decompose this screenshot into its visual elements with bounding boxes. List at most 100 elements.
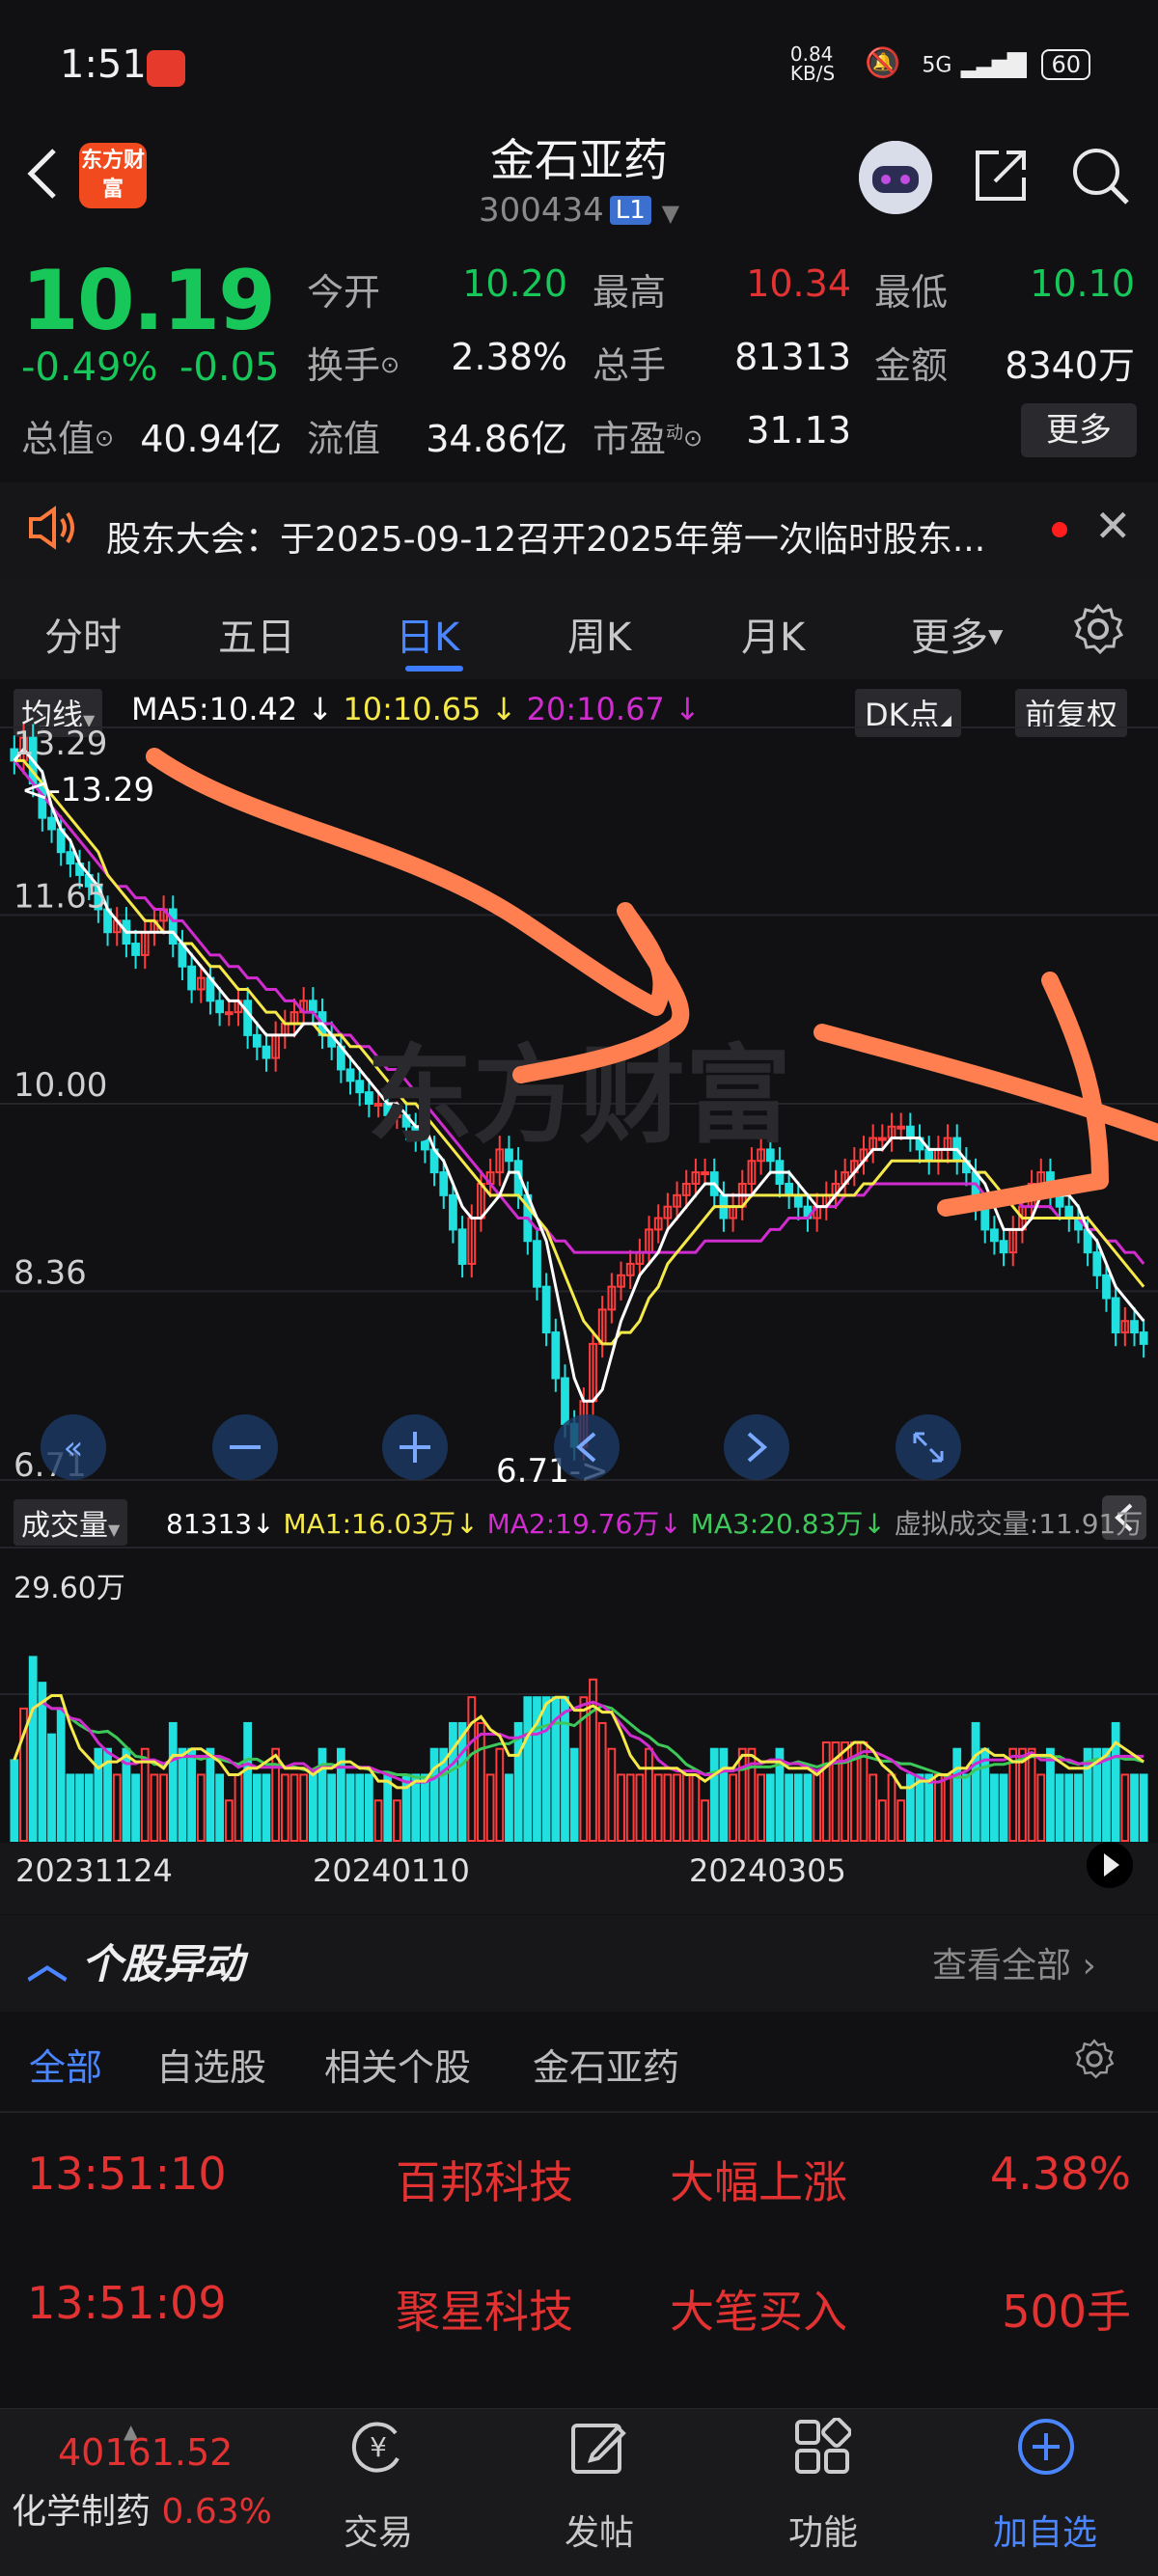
volume-bar [421,1773,429,1842]
list-item[interactable]: 13:51:09 聚星科技 大笔买入 500手 [0,2248,1158,2373]
volume-bar [243,1721,253,1842]
volume-bar [635,1773,645,1842]
subtab-watchlist[interactable]: 自选股 [156,2038,266,2091]
svg-text:«: « [64,1429,84,1467]
volume-bar [112,1773,122,1842]
sector-index[interactable]: 化学制药 0.63% [12,2483,272,2534]
volume-bar [262,1773,271,1842]
volume-bar [757,1773,765,1842]
candle-body [1064,1205,1074,1219]
nav-post[interactable]: 发帖 [527,2505,672,2555]
volume-bar [364,1773,373,1842]
high-value: 10.34 [746,262,851,305]
volume-bar [980,1747,990,1843]
candle-body [1102,1274,1111,1300]
candle-body [924,1148,934,1163]
search-icon[interactable] [1069,145,1131,206]
candle-body [168,908,178,945]
add-watchlist-icon[interactable] [1015,2416,1077,2481]
candle-body [785,1182,794,1196]
info-icon[interactable]: ⊙ [95,425,114,452]
event-value: 4.38% [989,2148,1131,2200]
zoom-out-button[interactable] [212,1414,278,1480]
candle-body [1092,1251,1102,1276]
candle-body [551,1331,561,1380]
subtab-related[interactable]: 相关个股 [324,2038,471,2091]
candle-body [131,943,140,956]
share-icon[interactable] [970,145,1032,206]
more-button[interactable]: 更多 [1021,403,1137,457]
subtab-all[interactable]: 全部 [29,2038,102,2091]
candle-body [252,1033,262,1048]
next-button[interactable] [724,1414,789,1480]
nav-add-watchlist[interactable]: 加自选 [973,2505,1117,2555]
turnover-value: 2.38% [451,336,567,378]
tab-more[interactable]: 更多▼ [911,606,1003,662]
volume-bar [345,1773,355,1842]
volume-bar [541,1696,551,1843]
prev-button[interactable] [554,1414,620,1480]
volume-bar [625,1773,635,1842]
volume-bar [308,1773,317,1842]
tab-monthly-k[interactable]: 月K [741,606,805,662]
candle-body [877,1137,887,1141]
gear-icon[interactable] [1073,2038,1116,2084]
apps-icon[interactable] [793,2417,852,2480]
tab-intraday[interactable]: 分时 [44,606,122,662]
event-time: 13:51:09 [27,2277,227,2329]
tab-daily-k[interactable]: 日K [396,606,459,662]
tab-weekly-k[interactable]: 周K [567,606,631,662]
info-icon[interactable]: ⊙ [683,425,703,452]
event-time: 13:51:10 [27,2148,227,2200]
post-icon[interactable] [569,2418,627,2480]
volume-bar [691,1773,701,1842]
trade-icon[interactable]: ¥ [347,2416,409,2481]
volume-dropdown[interactable]: 成交量▼ [14,1499,128,1546]
volume-bar [505,1773,513,1842]
candle-body [905,1125,915,1139]
notice-text[interactable]: 股东大会：于2025-09-12召开2025年第一次临时股东... [106,511,1033,562]
scroll-right-button[interactable] [1087,1842,1133,1888]
candle-body [541,1285,551,1334]
view-all-link[interactable]: 查看全部 › [932,1937,1096,1987]
x-tick-label: 20240110 [313,1852,470,1889]
close-icon[interactable]: ✕ [1094,500,1132,552]
list-item[interactable]: 13:51:10 百邦科技 大幅上涨 4.38% [0,2119,1158,2244]
volume-bar [673,1773,681,1842]
volume-bar [813,1773,822,1842]
kline-chart[interactable]: 13.2911.6510.008.366.71 东方财富 <-13.29 6.7… [0,679,1158,1914]
assistant-avatar[interactable] [859,141,932,214]
candle-body [999,1240,1008,1254]
dropdown-arrow-icon: ▼ [661,200,680,227]
settings-icon[interactable] [1071,602,1125,660]
y-tick-label: 11.65 [14,877,107,916]
volume-bar [1120,1773,1130,1842]
info-icon[interactable]: ⊙ [380,351,400,378]
sector-index-value[interactable]: 40161.52 [58,2431,233,2474]
battery-icon: 60 [1041,48,1090,80]
volume-bar [327,1773,337,1842]
amount-value: 8340万 [1005,344,1135,387]
candle-body [533,1240,541,1288]
subtab-stock[interactable]: 金石亚药 [533,2038,679,2091]
volume-bar [196,1773,206,1842]
chevron-right-icon: › [1082,1946,1096,1986]
section-title[interactable]: ︿ 个股异动 [27,1932,244,1990]
candle-body [701,1171,709,1176]
scroll-left-button[interactable]: « [41,1414,106,1480]
nav-functions[interactable]: 功能 [751,2505,896,2555]
candle-body [243,1000,253,1036]
volume-bar [299,1773,309,1842]
volume-bar [178,1747,187,1843]
turnover-label: 换手⊙ [307,344,400,387]
nav-trade[interactable]: 交易 [306,2505,451,2555]
tab-five-day[interactable]: 五日 [218,606,295,662]
candle-body [215,1000,225,1014]
mute-icon: 🔕 [865,45,901,80]
volume-bar [663,1773,673,1842]
volume-bar [561,1696,569,1843]
fullscreen-button[interactable] [896,1414,961,1480]
volume-bar [234,1773,243,1842]
zoom-in-button[interactable] [382,1414,448,1480]
stock-code: 300434 [478,191,604,230]
